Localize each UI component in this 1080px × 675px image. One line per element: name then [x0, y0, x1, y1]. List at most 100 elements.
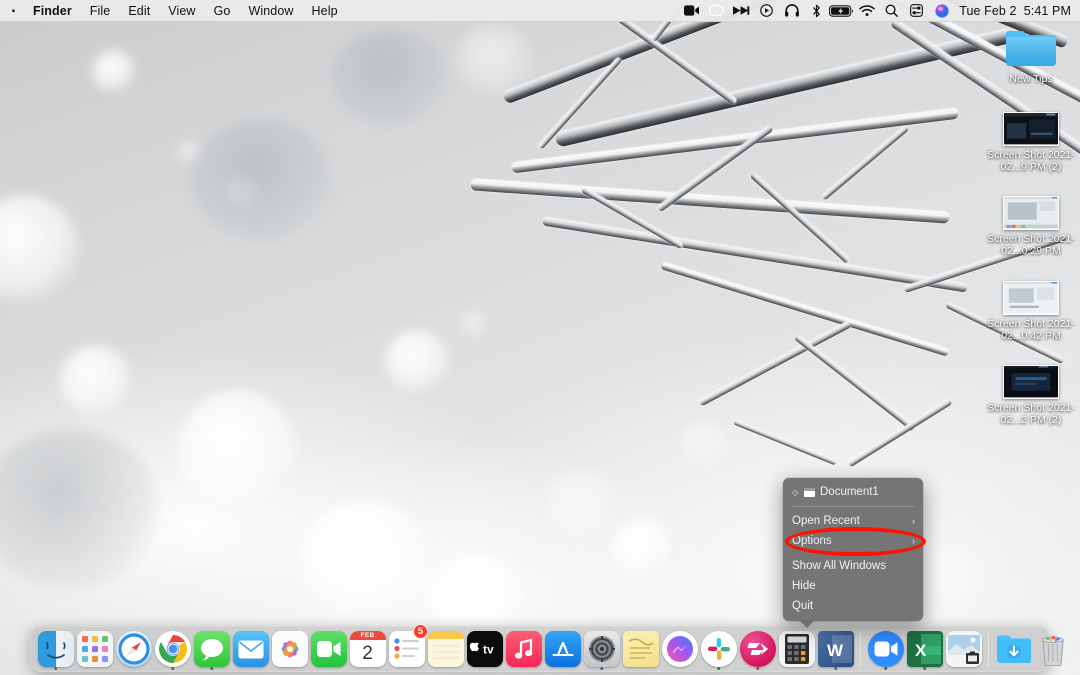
dock-item-slack[interactable] — [699, 626, 738, 672]
dock-item-appletv[interactable]: tv — [465, 626, 504, 672]
dock-item-reminders[interactable]: 5 — [387, 626, 426, 672]
desktop-icon-new-tips[interactable]: New Tips — [983, 26, 1079, 85]
context-menu-item-options[interactable]: Options › — [783, 531, 923, 551]
system-preferences-icon — [584, 631, 620, 667]
control-center-icon[interactable] — [904, 0, 929, 22]
bokeh-grey — [0, 430, 160, 590]
bokeh-light — [0, 195, 80, 303]
diamond-bullet-icon: ◇ — [792, 488, 799, 497]
finder-icon — [38, 631, 74, 667]
context-menu-separator — [792, 506, 914, 507]
context-menu-item-open-recent[interactable]: Open Recent › — [783, 511, 923, 531]
dock-item-image-capture[interactable] — [944, 626, 983, 672]
menu-bar-clock[interactable]: Tue Feb 2 5:41 PM — [954, 4, 1071, 18]
document-icon — [804, 488, 815, 497]
fast-forward-icon[interactable] — [729, 0, 754, 22]
dock-item-transfer-app[interactable] — [738, 626, 777, 672]
zoom-icon — [868, 631, 904, 667]
dock-item-downloads-folder[interactable] — [994, 626, 1033, 672]
app-store-icon — [545, 631, 581, 667]
running-indicator — [600, 667, 604, 671]
bokeh-light — [385, 330, 449, 394]
menu-item-view[interactable]: View — [159, 2, 204, 20]
screenshot-thumbnail — [1003, 196, 1059, 230]
desktop-icon-label: Screen Shot 2021-02...2 PM (2) — [984, 402, 1078, 426]
context-menu-item-label: Open Recent — [792, 515, 907, 527]
headphones-icon[interactable] — [779, 0, 804, 22]
dock-item-photos[interactable] — [270, 626, 309, 672]
bokeh-grey — [330, 30, 450, 125]
dock-item-excel[interactable]: X — [905, 626, 944, 672]
menu-bar-left: Finder File Edit View Go Window Help — [0, 2, 347, 20]
menu-item-go[interactable]: Go — [205, 2, 240, 20]
context-menu-item-hide[interactable]: Hide — [783, 576, 923, 596]
photos-icon — [272, 631, 308, 667]
desktop-icon-screen-shot-4[interactable]: Screen Shot 2021-02...2 PM (2) — [983, 365, 1079, 426]
slack-icon — [701, 631, 737, 667]
apple-logo-icon[interactable] — [9, 2, 24, 19]
dock-item-system-preferences[interactable] — [582, 626, 621, 672]
context-menu-item-quit[interactable]: Quit — [783, 596, 923, 616]
menu-item-edit[interactable]: Edit — [119, 2, 159, 20]
record-circle-icon[interactable] — [754, 0, 779, 22]
screenshot-thumbnail — [1003, 281, 1059, 315]
screenshot-thumbnail — [1003, 112, 1059, 146]
siri-icon[interactable] — [929, 0, 954, 22]
dock-item-word[interactable]: W — [816, 626, 855, 672]
dock-item-calculator[interactable] — [777, 626, 816, 672]
trash-icon — [1035, 631, 1071, 667]
downloads-folder-icon — [996, 631, 1032, 667]
chrome-icon — [155, 631, 191, 667]
svg-text:∞: ∞ — [714, 8, 719, 15]
svg-text:W: W — [827, 641, 844, 660]
dock-item-finder[interactable] — [36, 626, 75, 672]
dock-item-chrome[interactable] — [153, 626, 192, 672]
facetime-icon — [311, 631, 347, 667]
bluetooth-icon[interactable] — [804, 0, 829, 22]
messages-icon — [194, 631, 230, 667]
menu-item-help[interactable]: Help — [303, 2, 347, 20]
dock-item-calendar[interactable]: FEB 2 — [348, 626, 387, 672]
desktop-icon-screen-shot-3[interactable]: Screen Shot 2021-02...0.42 PM — [983, 281, 1079, 342]
spotlight-search-icon[interactable] — [879, 0, 904, 22]
folder-icon — [1004, 26, 1058, 70]
dock-item-appstore[interactable] — [543, 626, 582, 672]
dock-item-messenger[interactable] — [660, 626, 699, 672]
transfer-app-icon — [740, 631, 776, 667]
context-menu-item-label: Quit — [792, 600, 915, 612]
dock-item-mail[interactable] — [231, 626, 270, 672]
zoom-camera-icon[interactable] — [679, 0, 704, 22]
chevron-right-icon: › — [912, 536, 915, 546]
menu-item-finder[interactable]: Finder — [24, 2, 81, 20]
messenger-icon — [662, 631, 698, 667]
battery-charging-icon[interactable] — [829, 0, 854, 22]
running-indicator — [884, 667, 888, 671]
dock-item-notes[interactable] — [426, 626, 465, 672]
dock-item-facetime[interactable] — [309, 626, 348, 672]
image-capture-icon — [946, 631, 982, 667]
dock-item-messages[interactable] — [192, 626, 231, 672]
bokeh-light — [60, 345, 132, 417]
context-menu-item-show-all-windows[interactable]: Show All Windows — [783, 556, 923, 576]
calculator-icon — [779, 631, 815, 667]
dock-item-safari[interactable] — [114, 626, 153, 672]
svg-text:X: X — [915, 641, 927, 660]
notes-icon — [428, 631, 464, 667]
word-icon: W — [818, 631, 854, 667]
dock-item-stickies[interactable] — [621, 626, 660, 672]
launchpad-icon — [77, 631, 113, 667]
wifi-icon[interactable] — [854, 0, 879, 22]
menu-item-file[interactable]: File — [81, 2, 120, 20]
bokeh-light — [612, 520, 672, 578]
menu-item-window[interactable]: Window — [239, 2, 302, 20]
dock-item-trash[interactable] — [1033, 626, 1072, 672]
dock-item-launchpad[interactable] — [75, 626, 114, 672]
dock-item-music[interactable] — [504, 626, 543, 672]
bokeh-light — [178, 390, 298, 508]
reminders-badge: 5 — [413, 624, 428, 639]
creative-cloud-icon[interactable]: ∞ — [704, 0, 729, 22]
desktop-icon-screen-shot-2[interactable]: Screen Shot 2021-02...0.29 PM — [983, 196, 1079, 257]
desktop-icon-screen-shot-1[interactable]: Screen Shot 2021-02...9 PM (2) — [983, 112, 1079, 173]
mail-icon — [233, 631, 269, 667]
dock-item-zoom[interactable] — [866, 626, 905, 672]
